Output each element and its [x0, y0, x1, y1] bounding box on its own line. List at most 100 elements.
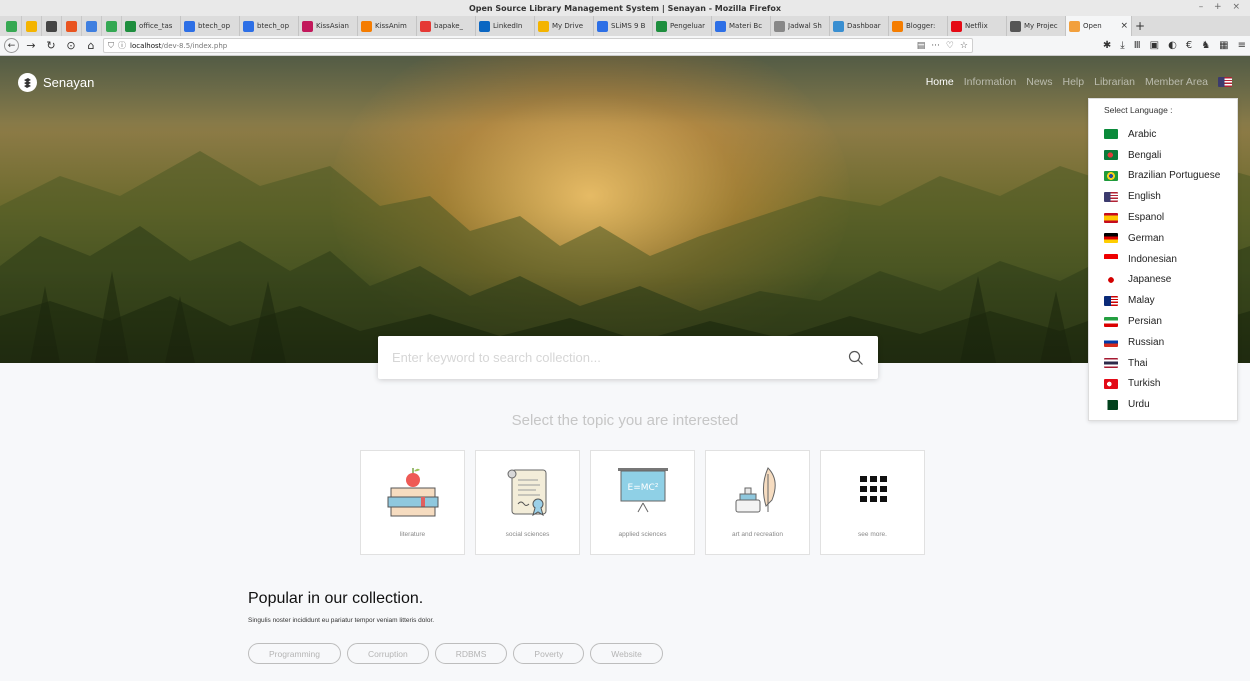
chip-rdbms[interactable]: RDBMS [434, 643, 508, 664]
menu-item-librarian[interactable]: Librarian [1094, 76, 1135, 88]
browser-tab[interactable]: bapake_ [417, 16, 476, 36]
tab-label: bapake_ [434, 22, 464, 30]
language-option-persian[interactable]: Persian [1104, 311, 1237, 332]
site-brand[interactable]: Senayan [18, 73, 94, 92]
browser-tab[interactable]: Netflix [948, 16, 1007, 36]
us-flag-icon[interactable] [1218, 77, 1232, 87]
pocket-icon[interactable]: ♡ [946, 41, 954, 51]
window-title: Open Source Library Management System | … [468, 3, 782, 13]
language-option-thai[interactable]: Thai [1104, 353, 1237, 374]
browser-tab[interactable]: office_tas [122, 16, 181, 36]
page-actions-button[interactable]: ··· [931, 41, 940, 51]
menu-item-help[interactable]: Help [1063, 76, 1085, 88]
chip-corruption[interactable]: Corruption [347, 643, 429, 664]
browser-window: Open Source Library Management System | … [0, 0, 1250, 681]
extension-c-icon[interactable]: € [1186, 40, 1192, 51]
browser-tab[interactable]: Pengeluar [653, 16, 712, 36]
pinned-tab[interactable] [82, 16, 102, 36]
url-path: /dev-8.5/index.php [161, 41, 228, 50]
browser-tab[interactable]: Open × [1066, 16, 1132, 36]
pinned-tab[interactable] [22, 16, 42, 36]
stop-circle-icon: ⊙ [66, 39, 76, 52]
books-apple-icon [387, 468, 438, 517]
menu-item-member-area[interactable]: Member Area [1145, 76, 1208, 88]
forward-button[interactable]: → [23, 38, 39, 54]
browser-tab[interactable]: Materi Bc [712, 16, 771, 36]
tab-label: Blogger: [906, 22, 936, 30]
search-icon[interactable] [848, 350, 864, 366]
menu-item-news[interactable]: News [1026, 76, 1052, 88]
chip-website[interactable]: Website [590, 643, 663, 664]
language-option-indonesian[interactable]: Indonesian [1104, 249, 1237, 270]
menu-item-information[interactable]: Information [964, 76, 1017, 88]
reader-view-icon[interactable]: ▤ [917, 41, 926, 51]
browser-tab[interactable]: Jadwal Sh [771, 16, 830, 36]
pinned-tab[interactable] [42, 16, 62, 36]
dark-mode-icon[interactable]: ◐ [1168, 40, 1177, 51]
stop-button[interactable]: ⊙ [63, 38, 79, 54]
extension-grid-icon[interactable]: ▦ [1219, 40, 1228, 51]
menu-hamburger-icon[interactable]: ≡ [1238, 40, 1246, 51]
home-button[interactable]: ⌂ [83, 38, 99, 54]
browser-tab[interactable]: My Projec [1007, 16, 1066, 36]
language-label: Espanol [1128, 212, 1165, 224]
chip-poverty[interactable]: Poverty [513, 643, 585, 664]
browser-tab[interactable]: KissAsian [299, 16, 358, 36]
brazilian-portuguese-flag-icon [1104, 170, 1118, 181]
topic-card-applied-sciences[interactable]: E=MC² applied sciences [590, 450, 695, 555]
browser-tab[interactable]: Blogger: [889, 16, 948, 36]
tab-close-icon[interactable]: × [1120, 21, 1128, 31]
language-option-german[interactable]: German [1104, 228, 1237, 249]
topic-card-see-more[interactable]: see more. [820, 450, 925, 555]
topic-label: social sciences [505, 531, 550, 538]
address-bar[interactable]: ⛉ ⓘ localhost/dev-8.5/index.php ▤ ··· ♡ … [103, 38, 973, 53]
browser-tab[interactable]: Dashboar [830, 16, 889, 36]
drive-green-icon [6, 20, 17, 32]
browser-tab[interactable]: My Drive [535, 16, 594, 36]
extension-hat-icon[interactable]: ♞ [1201, 40, 1210, 51]
browser-tab[interactable]: btech_op [240, 16, 299, 36]
popular-section: Popular in our collection. Singulis nost… [248, 590, 434, 624]
tab-label: btech_op [198, 22, 231, 30]
language-option-english[interactable]: English [1104, 186, 1237, 207]
search-input[interactable] [392, 350, 848, 365]
extensions-icon[interactable]: ✱ [1103, 40, 1111, 51]
pinned-tab[interactable] [2, 16, 22, 36]
language-label: Brazilian Portuguese [1128, 170, 1221, 182]
language-option-russian[interactable]: Russian [1104, 332, 1237, 353]
new-tab-button[interactable]: + [1132, 16, 1148, 36]
browser-tab[interactable]: KissAnim [358, 16, 417, 36]
browser-toolbar-icons: ✱ ⤓ Ⅲ ▣ ◐ € ♞ ▦ ≡ [1103, 40, 1246, 51]
reload-button[interactable]: ↻ [43, 38, 59, 54]
library-icon[interactable]: Ⅲ [1134, 40, 1141, 51]
browser-tab[interactable]: btech_op [181, 16, 240, 36]
browser-tab[interactable]: SLiMS 9 B [594, 16, 653, 36]
language-option-bengali[interactable]: Bengali [1104, 145, 1237, 166]
topic-card-literature[interactable]: literature [360, 450, 465, 555]
language-option-espanol[interactable]: Espanol [1104, 207, 1237, 228]
language-option-japanese[interactable]: Japanese [1104, 270, 1237, 291]
back-button[interactable]: ← [4, 38, 19, 53]
kiss-icon [361, 20, 372, 32]
pinned-tab[interactable] [62, 16, 82, 36]
pinned-tab[interactable] [102, 16, 122, 36]
language-option-malay[interactable]: Malay [1104, 290, 1237, 311]
popular-title: Popular in our collection. [248, 590, 424, 607]
topic-card-art-and-recreation[interactable]: art and recreation [705, 450, 810, 555]
back-arrow-icon: ← [7, 40, 16, 51]
browser-tab[interactable]: LinkedIn [476, 16, 535, 36]
topic-card-social-sciences[interactable]: social sciences [475, 450, 580, 555]
download-icon[interactable]: ⤓ [1120, 40, 1124, 51]
docs-icon [715, 20, 726, 32]
tab-label: KissAsian [316, 22, 349, 30]
window-controls[interactable]: – + × [1199, 2, 1244, 12]
language-option-brazilian-portuguese[interactable]: Brazilian Portuguese [1104, 166, 1237, 187]
bookmark-star-icon[interactable]: ☆ [960, 41, 968, 51]
tab-label: Jadwal Sh [788, 22, 822, 30]
language-option-arabic[interactable]: Arabic [1104, 124, 1237, 145]
language-option-turkish[interactable]: Turkish [1104, 374, 1237, 395]
language-label: Bengali [1128, 149, 1162, 161]
chip-programming[interactable]: Programming [248, 643, 342, 664]
sidebar-icon[interactable]: ▣ [1150, 40, 1159, 51]
menu-item-home[interactable]: Home [926, 76, 954, 88]
